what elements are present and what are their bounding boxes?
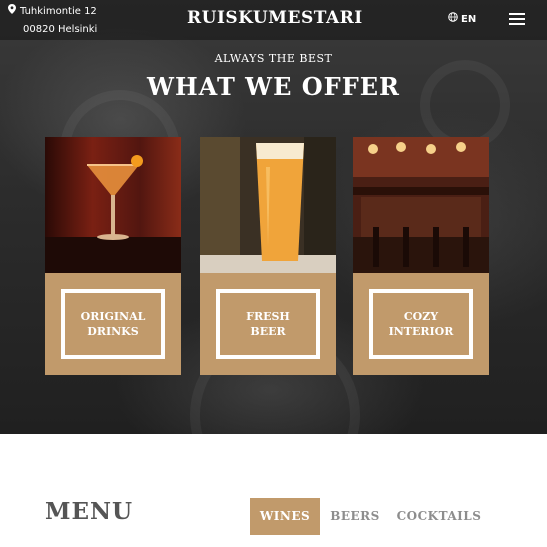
tab-beers[interactable]: BEERS [324,498,386,535]
globe-icon [448,12,458,25]
offer-card-drinks[interactable]: ORIGINAL DRINKS [45,137,181,375]
section-kicker: ALWAYS THE BEST [214,52,333,65]
cocktail-photo [45,137,181,273]
address-line1: Tuhkimontie 12 [20,6,97,17]
card-footer: FRESH BEER [200,273,336,375]
address-line2: 00820 Helsinki [23,24,98,35]
address: Tuhkimontie 12 00820 Helsinki [8,3,97,38]
tab-cocktails[interactable]: COCKTAILS [394,498,484,535]
tab-wines[interactable]: WINES [250,498,320,535]
card-frame: ORIGINAL DRINKS [61,289,165,359]
language-label: EN [461,14,477,25]
card-label: COZY INTERIOR [388,310,454,338]
beer-photo [200,137,336,273]
card-frame: COZY INTERIOR [369,289,473,359]
menu-heading: MENU [45,498,134,525]
card-frame: FRESH BEER [216,289,320,359]
interior-photo [353,137,489,273]
map-pin-icon [8,4,20,21]
top-bar: Tuhkimontie 12 00820 Helsinki RUISKUMEST… [0,0,547,40]
section-title: WHAT WE OFFER [147,72,400,101]
brand-logo[interactable]: RUISKUMESTARI [187,8,363,28]
card-footer: ORIGINAL DRINKS [45,273,181,375]
card-label: FRESH BEER [246,310,290,338]
hero-section: Tuhkimontie 12 00820 Helsinki RUISKUMEST… [0,0,547,434]
hamburger-menu-icon[interactable] [509,13,525,25]
offer-card-beer[interactable]: FRESH BEER [200,137,336,375]
language-selector[interactable]: EN [448,12,476,25]
card-footer: COZY INTERIOR [353,273,489,375]
card-label: ORIGINAL DRINKS [80,310,146,338]
offer-card-interior[interactable]: COZY INTERIOR [353,137,489,375]
